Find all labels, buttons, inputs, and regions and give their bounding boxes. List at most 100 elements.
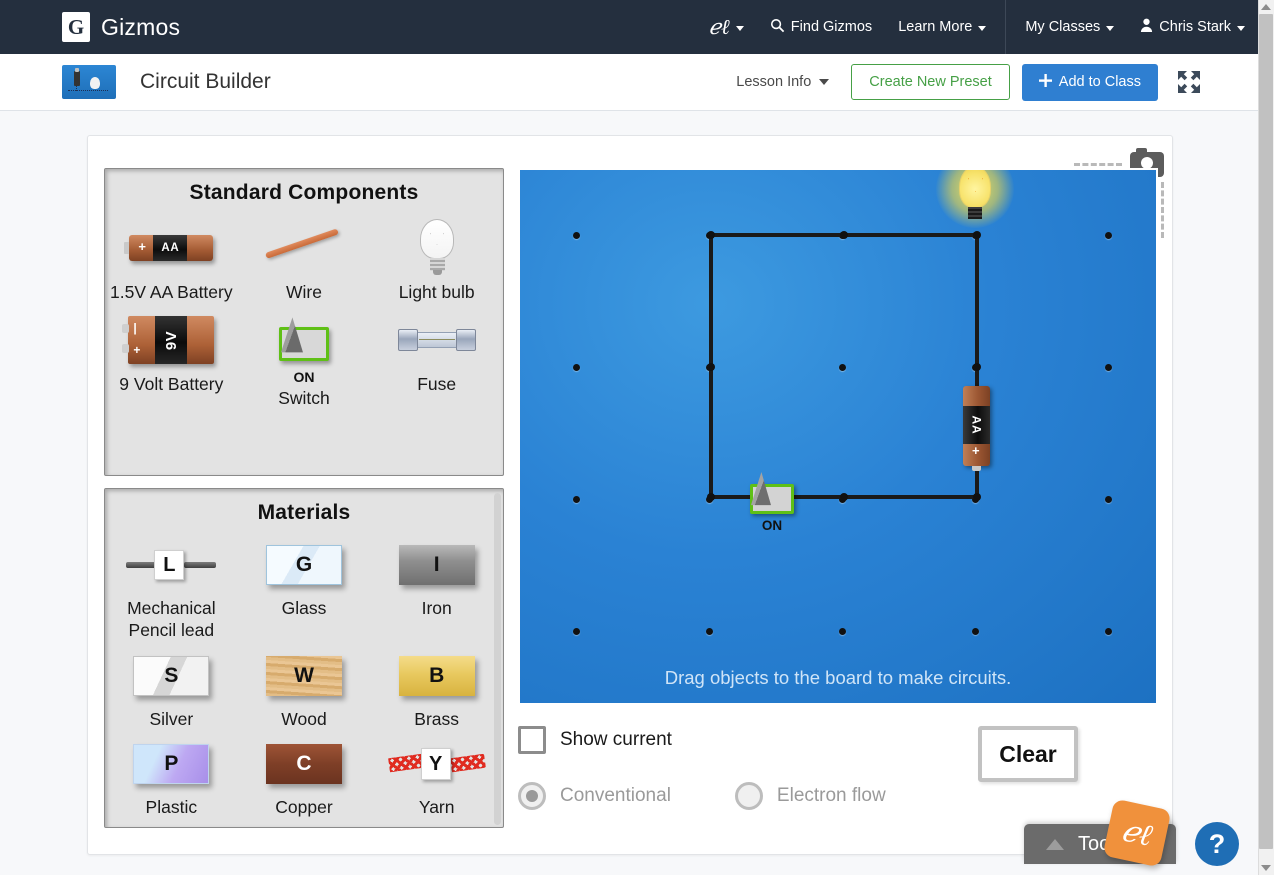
placed-aa-battery[interactable]: AA + (963, 386, 990, 471)
board-grid-dot[interactable] (573, 628, 580, 635)
material-pencil-lead[interactable]: L Mechanical Pencil lead (105, 531, 238, 642)
circuit-node[interactable] (973, 363, 981, 371)
circuit-node[interactable] (707, 231, 715, 239)
navbar-divider (1005, 0, 1007, 54)
placed-light-bulb[interactable] (936, 170, 1014, 232)
brass-block-icon: B (398, 648, 475, 704)
material-badge: C (265, 744, 342, 785)
nav-user-menu[interactable]: Chris Stark (1127, 0, 1258, 54)
material-badge: L (154, 550, 185, 580)
material-badge: I (398, 545, 475, 585)
board-grid-dot[interactable] (972, 628, 979, 635)
radio-conventional[interactable]: Conventional (518, 782, 671, 810)
material-label: Glass (281, 598, 327, 618)
page-scrollbar-thumb[interactable] (1259, 14, 1273, 849)
circuit-node[interactable] (707, 363, 715, 371)
radio-conventional-label: Conventional (560, 785, 671, 806)
board-grid-dot[interactable] (1105, 628, 1112, 635)
circuit-node[interactable] (840, 231, 848, 239)
board-grid-dot[interactable] (839, 364, 846, 371)
circuit-board-wrapper: AA + ON Drag objects to the board to mak… (518, 148, 1164, 713)
board-hint-text: Drag objects to the board to make circui… (664, 667, 1012, 688)
component-switch[interactable]: ON Switch (238, 303, 371, 409)
material-copper[interactable]: C Copper (238, 730, 371, 818)
create-new-preset-button[interactable]: Create New Preset (851, 64, 1010, 100)
component-fuse[interactable]: Fuse (370, 303, 503, 409)
board-grid-dot[interactable] (573, 232, 580, 239)
gizmo-subheader: Circuit Builder Lesson Info Create New P… (0, 54, 1258, 111)
board-resize-dashes-horizontal (1074, 163, 1122, 166)
circuit-node[interactable] (973, 231, 981, 239)
board-grid-dot[interactable] (1105, 364, 1112, 371)
light-bulb-icon (417, 217, 457, 279)
material-brass[interactable]: B Brass (370, 642, 503, 730)
page-title: Circuit Builder (140, 70, 271, 93)
material-badge: S (133, 655, 210, 696)
chevron-down-icon (735, 25, 744, 31)
circuit-wire-right-upper[interactable] (975, 233, 979, 363)
material-label: Copper (275, 797, 333, 818)
chevron-down-icon (978, 25, 987, 31)
component-light-bulb[interactable]: Light bulb (370, 211, 503, 303)
component-9v-battery[interactable]: | + 9V 9 Volt Battery (105, 303, 238, 409)
standard-components-panel: Standard Components + AA 1.5V AA Battery… (104, 168, 504, 476)
component-wire[interactable]: Wire (238, 211, 371, 303)
add-to-class-button[interactable]: Add to Class (1021, 63, 1158, 101)
triangle-up-icon (1046, 838, 1064, 850)
show-current-checkbox[interactable] (518, 726, 546, 754)
switch-state-label: ON (293, 369, 315, 386)
circuit-node[interactable] (840, 493, 848, 501)
board-grid-dot[interactable] (1105, 496, 1112, 503)
help-button[interactable]: ? (1195, 822, 1239, 866)
nav-my-classes[interactable]: My Classes (1012, 0, 1127, 54)
board-grid-dot[interactable] (573, 496, 580, 503)
aa-battery-badge: AA (153, 235, 188, 261)
material-label: Brass (414, 708, 460, 729)
material-badge: W (265, 655, 342, 696)
placed-aa-badge: AA (969, 415, 984, 435)
component-label: 1.5V AA Battery (110, 282, 233, 302)
material-label: Plastic (145, 797, 198, 818)
material-glass[interactable]: G Glass (238, 531, 371, 642)
circuit-board[interactable]: AA + ON Drag objects to the board to mak… (518, 168, 1158, 705)
fullscreen-expand-icon[interactable] (1174, 67, 1204, 97)
circuit-node[interactable] (973, 493, 981, 501)
materials-title: Materials (257, 501, 351, 524)
circuit-node[interactable] (707, 493, 715, 501)
board-grid-dot[interactable] (1105, 232, 1112, 239)
material-silver[interactable]: S Silver (105, 642, 238, 730)
material-iron[interactable]: I Iron (370, 531, 503, 642)
board-grid-dot[interactable] (839, 628, 846, 635)
radio-electron-flow[interactable]: Electron flow (734, 782, 886, 810)
board-grid-dot[interactable] (573, 364, 580, 371)
radio-conventional-button[interactable] (518, 782, 546, 810)
brand-logo[interactable]: G Gizmos (62, 12, 180, 42)
nav-find-gizmos[interactable]: Find Gizmos (757, 0, 885, 54)
material-wood[interactable]: W Wood (238, 642, 371, 730)
material-yarn[interactable]: Y Yarn (370, 730, 503, 818)
placed-switch-state: ON (761, 518, 783, 533)
scrollbar-down-arrow-icon[interactable] (1261, 865, 1271, 871)
scrollbar-up-arrow-icon[interactable] (1261, 4, 1271, 10)
material-plastic[interactable]: P Plastic (105, 730, 238, 818)
component-aa-battery[interactable]: + AA 1.5V AA Battery (105, 211, 238, 303)
page-scrollbar-track[interactable] (1258, 0, 1274, 875)
material-badge: P (133, 744, 210, 785)
material-label: Mechanical Pencil lead (127, 598, 216, 641)
clear-button[interactable]: Clear (978, 726, 1078, 782)
el-script-logo-icon[interactable]: ℯℓ (1102, 798, 1172, 868)
nav-el-logo-menu[interactable]: ℯℓ (696, 0, 757, 54)
nav-learn-more[interactable]: Learn More (885, 0, 999, 54)
plus-icon (1038, 73, 1052, 91)
component-label: 9 Volt Battery (119, 374, 224, 395)
board-grid-dot[interactable] (706, 628, 713, 635)
materials-scrollbar[interactable] (494, 493, 501, 825)
lesson-info-dropdown[interactable]: Lesson Info (736, 74, 830, 90)
radio-electron-flow-button[interactable] (734, 782, 763, 810)
placed-switch[interactable]: ON (746, 472, 798, 533)
9v-battery-badge: 9V (162, 330, 180, 350)
plastic-block-icon: P (133, 736, 210, 792)
material-label: Yarn (418, 797, 455, 818)
standard-components-grid: + AA 1.5V AA Battery Wire Light bulb | +… (105, 211, 503, 410)
top-navbar: G Gizmos ℯℓ Find Gizmos Learn More My Cl… (0, 0, 1258, 54)
